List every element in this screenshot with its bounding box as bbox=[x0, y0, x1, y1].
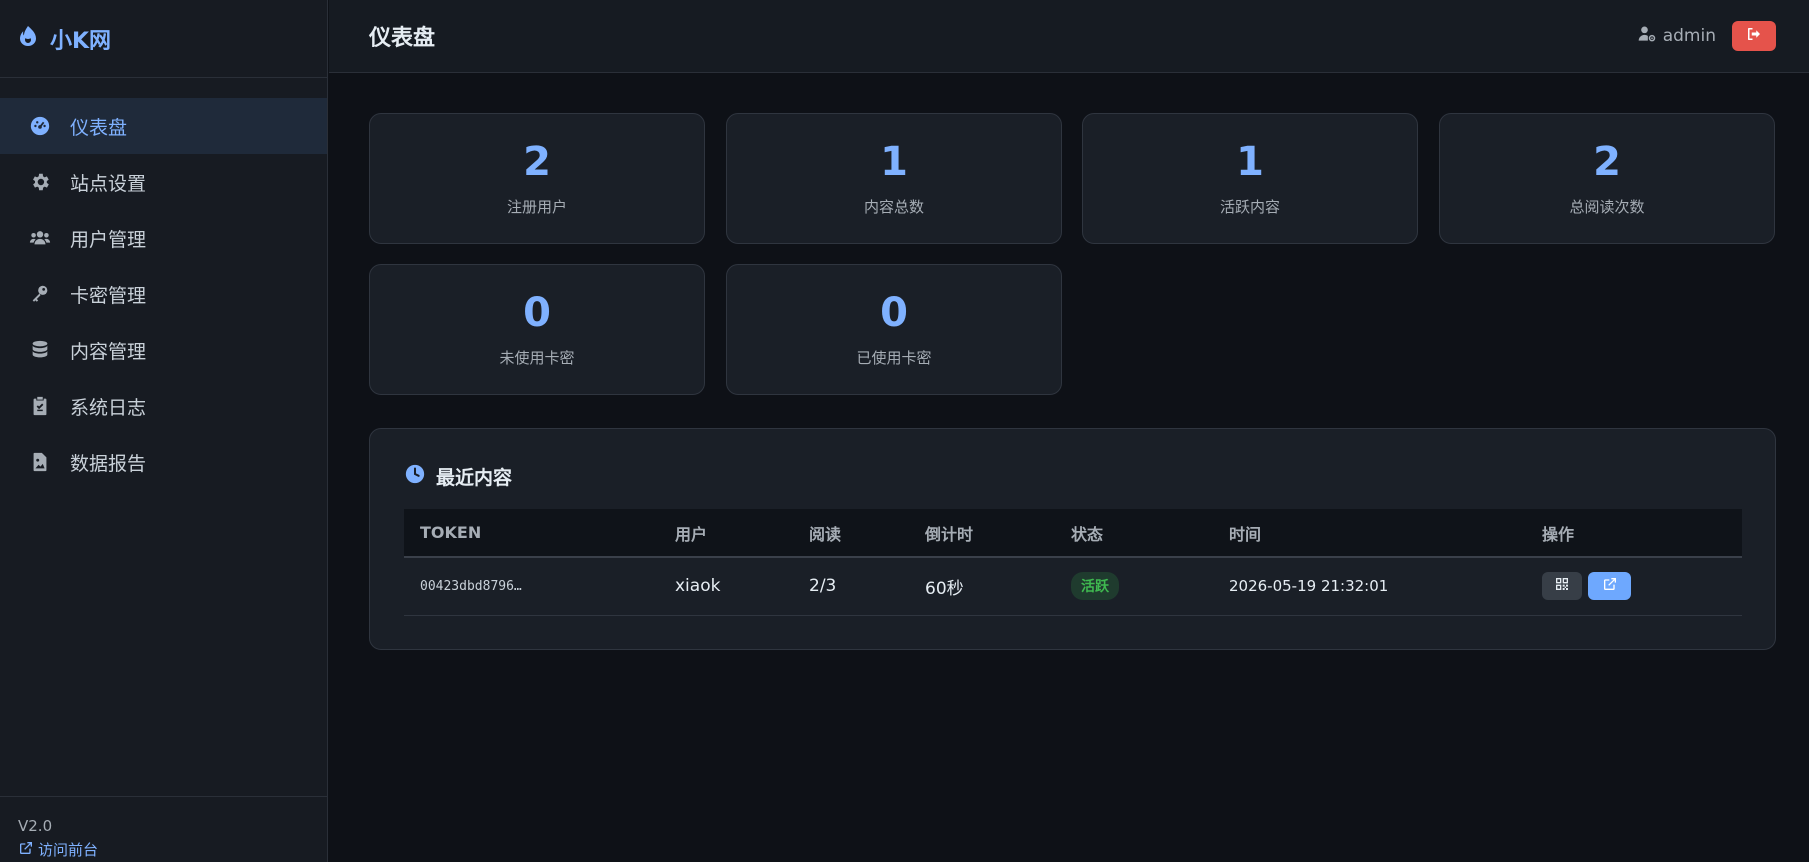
file-image-icon bbox=[28, 450, 52, 474]
row-actions bbox=[1542, 572, 1742, 601]
sidebar-item-label: 用户管理 bbox=[70, 228, 147, 251]
sidebar-item-dashboard[interactable]: 仪表盘 bbox=[0, 98, 327, 154]
sidebar-nav: 仪表盘 站点设置 用户管理 卡密管理 内容管理 系统日志 数据报告 bbox=[0, 78, 327, 490]
sidebar-item-cards[interactable]: 卡密管理 bbox=[0, 266, 327, 322]
sidebar-item-label: 卡密管理 bbox=[70, 284, 147, 307]
stat-label: 总阅读次数 bbox=[1569, 198, 1645, 216]
recent-content-card: 最近内容 TOKEN 用户 阅读 倒计时 状态 时间 操作 00423dbd87… bbox=[369, 428, 1776, 650]
clipboard-icon bbox=[28, 394, 52, 418]
column-header-time: 时间 bbox=[1229, 524, 1262, 544]
column-header-user: 用户 bbox=[675, 524, 708, 544]
column-header-reads: 阅读 bbox=[809, 524, 842, 544]
visit-frontend-link[interactable]: 访问前台 bbox=[18, 839, 327, 860]
stat-card-unused-cards: 0 未使用卡密 bbox=[369, 264, 705, 395]
stat-card-total-content: 1 内容总数 bbox=[726, 113, 1062, 244]
stat-card-registered-users: 2 注册用户 bbox=[369, 113, 705, 244]
sidebar-item-label: 仪表盘 bbox=[70, 116, 128, 139]
column-header-actions: 操作 bbox=[1542, 524, 1575, 544]
sidebar-item-label: 数据报告 bbox=[70, 452, 147, 475]
external-link-icon bbox=[1602, 576, 1618, 597]
stat-value: 2 bbox=[523, 139, 551, 185]
qrcode-button[interactable] bbox=[1542, 572, 1582, 601]
sidebar-item-site-settings[interactable]: 站点设置 bbox=[0, 154, 327, 210]
stat-label: 活跃内容 bbox=[1219, 198, 1280, 216]
column-header-status: 状态 bbox=[1071, 524, 1104, 544]
key-icon bbox=[28, 282, 52, 306]
cell-actions bbox=[1526, 557, 1742, 615]
recent-content-label: 最近内容 bbox=[436, 467, 513, 489]
database-icon bbox=[28, 338, 52, 362]
sidebar-item-label: 内容管理 bbox=[70, 340, 147, 363]
cell-reads: 2/3 bbox=[809, 576, 837, 597]
sidebar-item-content[interactable]: 内容管理 bbox=[0, 322, 327, 378]
flame-icon bbox=[16, 24, 50, 54]
sidebar-item-users[interactable]: 用户管理 bbox=[0, 210, 327, 266]
stat-value: 1 bbox=[880, 139, 908, 185]
cell-status: 活跃 bbox=[1055, 557, 1213, 615]
logout-button[interactable] bbox=[1732, 21, 1776, 51]
sidebar-item-label: 系统日志 bbox=[70, 396, 147, 419]
cell-countdown: 60秒 bbox=[925, 578, 964, 599]
page-title: 仪表盘 bbox=[369, 26, 436, 51]
stat-value: 2 bbox=[1593, 139, 1621, 185]
table-header-row: TOKEN 用户 阅读 倒计时 状态 时间 操作 bbox=[404, 509, 1742, 557]
gear-icon bbox=[28, 170, 52, 194]
user-menu[interactable]: admin bbox=[1637, 24, 1716, 49]
visit-frontend-label: 访问前台 bbox=[38, 841, 99, 859]
status-badge: 活跃 bbox=[1071, 572, 1119, 601]
stat-label: 注册用户 bbox=[506, 198, 567, 216]
username: admin bbox=[1662, 26, 1716, 46]
stat-label: 内容总数 bbox=[863, 198, 924, 216]
version-label: V2.0 bbox=[18, 817, 53, 835]
qrcode-icon bbox=[1554, 576, 1570, 597]
sidebar-item-label: 站点设置 bbox=[70, 172, 147, 195]
stat-value: 0 bbox=[880, 290, 908, 336]
stat-card-total-reads: 2 总阅读次数 bbox=[1439, 113, 1775, 244]
cell-token: 00423dbd8796… bbox=[420, 578, 522, 594]
external-link-icon bbox=[18, 840, 38, 860]
sidebar-item-logs[interactable]: 系统日志 bbox=[0, 378, 327, 434]
stat-value: 0 bbox=[523, 290, 551, 336]
table-row: 00423dbd8796… xiaok 2/3 60秒 活跃 2026-05-1… bbox=[404, 557, 1742, 615]
brand[interactable]: 小K网 bbox=[0, 0, 327, 78]
sidebar-footer: V2.0 访问前台 bbox=[0, 796, 327, 862]
brand-name: 小K网 bbox=[50, 28, 112, 54]
stat-label: 未使用卡密 bbox=[499, 349, 575, 367]
user-icon bbox=[1637, 24, 1663, 49]
dashboard-icon bbox=[28, 114, 52, 138]
cell-user: xiaok bbox=[675, 576, 721, 597]
clock-icon bbox=[404, 463, 436, 490]
column-header-countdown: 倒计时 bbox=[925, 524, 974, 544]
open-link-button[interactable] bbox=[1588, 572, 1631, 601]
recent-content-table: TOKEN 用户 阅读 倒计时 状态 时间 操作 00423dbd8796… x… bbox=[404, 509, 1742, 616]
sidebar: 小K网 仪表盘 站点设置 用户管理 卡密管理 内容管理 系统日志 数据报告 V2… bbox=[0, 0, 328, 862]
sidebar-item-reports[interactable]: 数据报告 bbox=[0, 434, 327, 490]
recent-content-title: 最近内容 bbox=[404, 463, 512, 490]
cell-time: 2026-05-19 21:32:01 bbox=[1229, 577, 1389, 596]
stat-label: 已使用卡密 bbox=[856, 349, 932, 367]
stat-card-active-content: 1 活跃内容 bbox=[1082, 113, 1418, 244]
logout-icon bbox=[1745, 25, 1763, 47]
column-header-token: TOKEN bbox=[420, 523, 482, 542]
stat-card-used-cards: 0 已使用卡密 bbox=[726, 264, 1062, 395]
users-icon bbox=[28, 226, 52, 250]
top-header: 仪表盘 admin bbox=[329, 0, 1809, 73]
stat-value: 1 bbox=[1236, 139, 1264, 185]
